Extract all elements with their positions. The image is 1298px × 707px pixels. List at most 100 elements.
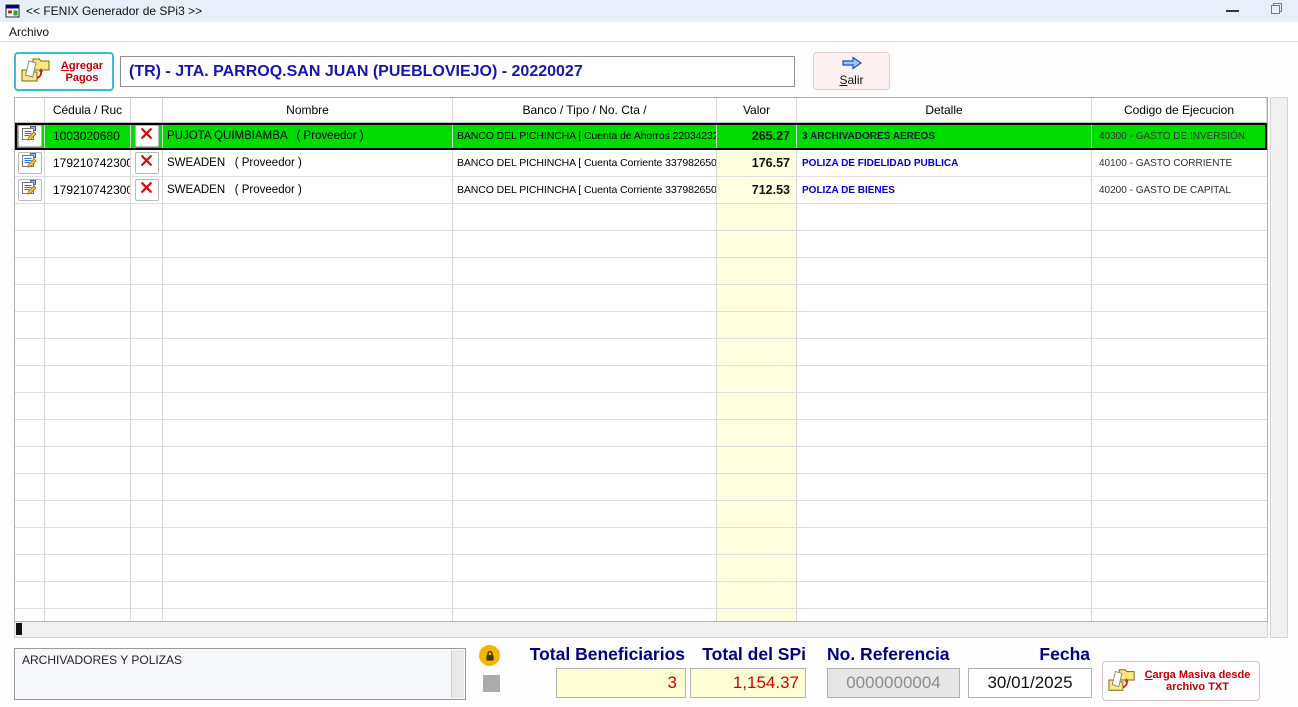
cell-detalle <box>797 609 1092 621</box>
edit-row-cell <box>15 231 45 258</box>
menu-item-archivo[interactable]: Archivo <box>0 25 58 39</box>
cell-banco <box>453 474 717 501</box>
cell-detalle <box>797 393 1092 420</box>
delete-row-cell <box>131 609 163 621</box>
restore-button[interactable] <box>1254 0 1298 22</box>
carga-masiva-label: Carga Masiva desde archivo TXT <box>1144 669 1251 693</box>
delete-row-cell <box>131 420 163 447</box>
cell-cedula <box>45 528 131 555</box>
delete-row-button[interactable] <box>134 179 159 201</box>
cell-banco <box>453 393 717 420</box>
grid-horizontal-scrollbar[interactable] <box>14 622 1268 638</box>
edit-form-icon <box>21 125 38 147</box>
table-row[interactable]: 1003020680 PUJOTA QUIMBIAMBA ( Proveedor … <box>15 123 1267 150</box>
cell-codigo <box>1092 393 1267 420</box>
delete-row-cell <box>131 177 163 204</box>
edit-row-cell <box>15 474 45 501</box>
cell-nombre <box>163 312 453 339</box>
descripcion-textarea[interactable]: ARCHIVADORES Y POLIZAS <box>14 648 466 700</box>
textarea-scrollbar[interactable] <box>451 650 464 698</box>
entity-input[interactable]: (TR) - JTA. PARROQ.SAN JUAN (PUEBLOVIEJO… <box>120 56 795 87</box>
cell-banco <box>453 258 717 285</box>
edit-row-cell <box>15 447 45 474</box>
no-referencia-field: 0000000004 <box>827 668 960 698</box>
cell-valor <box>717 258 797 285</box>
total-beneficiarios-value: 3 <box>556 668 686 698</box>
grid-vertical-scrollbar[interactable] <box>1270 97 1288 638</box>
cell-valor <box>717 231 797 258</box>
table-row-empty <box>15 204 1267 231</box>
edit-row-button[interactable] <box>17 179 42 201</box>
cell-banco: BANCO DEL PICHINCHA [ Cuenta Corriente 3… <box>453 150 717 177</box>
table-row-empty <box>15 609 1267 621</box>
cell-detalle: 3 ARCHIVADORES AEREOS <box>797 123 1092 150</box>
delete-row-button[interactable] <box>134 152 159 174</box>
red-x-icon <box>140 127 153 145</box>
cell-codigo: 40100 - GASTO CORRIENTE <box>1092 150 1267 177</box>
cell-banco <box>453 582 717 609</box>
delete-row-button[interactable] <box>134 125 159 147</box>
horizontal-scroll-thumb[interactable] <box>16 623 22 635</box>
table-row[interactable]: 1792107423001 SWEADEN ( Proveedor )BANCO … <box>15 150 1267 177</box>
salir-button[interactable]: Salir <box>813 52 890 90</box>
table-row[interactable]: 1792107423001 SWEADEN ( Proveedor )BANCO … <box>15 177 1267 204</box>
edit-row-button[interactable] <box>17 125 42 147</box>
fecha-field[interactable]: 30/01/2025 <box>968 668 1092 698</box>
edit-row-cell <box>15 150 45 177</box>
cell-valor <box>717 339 797 366</box>
delete-row-cell <box>131 150 163 177</box>
cell-cedula <box>45 285 131 312</box>
edit-row-button[interactable] <box>17 152 42 174</box>
agregar-pagos-button[interactable]: Agregar Pagos <box>14 52 114 91</box>
salir-label: Salir <box>839 72 864 87</box>
cell-detalle <box>797 501 1092 528</box>
cell-codigo <box>1092 312 1267 339</box>
table-row-empty <box>15 420 1267 447</box>
cell-valor <box>717 555 797 582</box>
cell-cedula: 1003020680 <box>45 123 131 150</box>
cell-cedula <box>45 204 131 231</box>
cell-detalle <box>797 555 1092 582</box>
table-row-empty <box>15 339 1267 366</box>
edit-row-cell <box>15 501 45 528</box>
edit-form-icon <box>21 152 38 174</box>
table-row-empty <box>15 582 1267 609</box>
cell-codigo: 40200 - GASTO DE CAPITAL <box>1092 177 1267 204</box>
cell-nombre <box>163 339 453 366</box>
table-row-empty <box>15 285 1267 312</box>
app-icon <box>5 3 21 19</box>
no-referencia-label: No. Referencia <box>827 644 950 664</box>
cell-cedula <box>45 366 131 393</box>
cell-banco <box>453 555 717 582</box>
delete-row-cell <box>131 582 163 609</box>
cell-nombre <box>163 501 453 528</box>
minimize-button[interactable] <box>1210 0 1254 22</box>
cell-cedula <box>45 474 131 501</box>
delete-row-cell <box>131 528 163 555</box>
table-row-empty <box>15 474 1267 501</box>
cell-detalle <box>797 312 1092 339</box>
cell-banco <box>453 204 717 231</box>
edit-form-icon <box>21 179 38 201</box>
grid-header-cell <box>15 98 45 122</box>
cell-nombre <box>163 528 453 555</box>
cell-cedula <box>45 231 131 258</box>
cell-detalle <box>797 231 1092 258</box>
carga-masiva-button[interactable]: Carga Masiva desde archivo TXT <box>1102 661 1260 701</box>
cell-codigo <box>1092 231 1267 258</box>
delete-row-cell <box>131 474 163 501</box>
cell-nombre: SWEADEN ( Proveedor ) <box>163 177 453 204</box>
cell-cedula: 1792107423001 <box>45 150 131 177</box>
edit-row-cell <box>15 312 45 339</box>
cell-banco <box>453 366 717 393</box>
cell-detalle <box>797 285 1092 312</box>
cell-detalle: POLIZA DE FIDELIDAD PUBLICA <box>797 150 1092 177</box>
cell-nombre <box>163 285 453 312</box>
cell-banco <box>453 312 717 339</box>
cell-detalle <box>797 528 1092 555</box>
cell-nombre <box>163 447 453 474</box>
grid-header-cell: Nombre <box>163 98 453 122</box>
cell-valor <box>717 420 797 447</box>
restore-icon <box>1270 2 1283 20</box>
cell-nombre <box>163 393 453 420</box>
